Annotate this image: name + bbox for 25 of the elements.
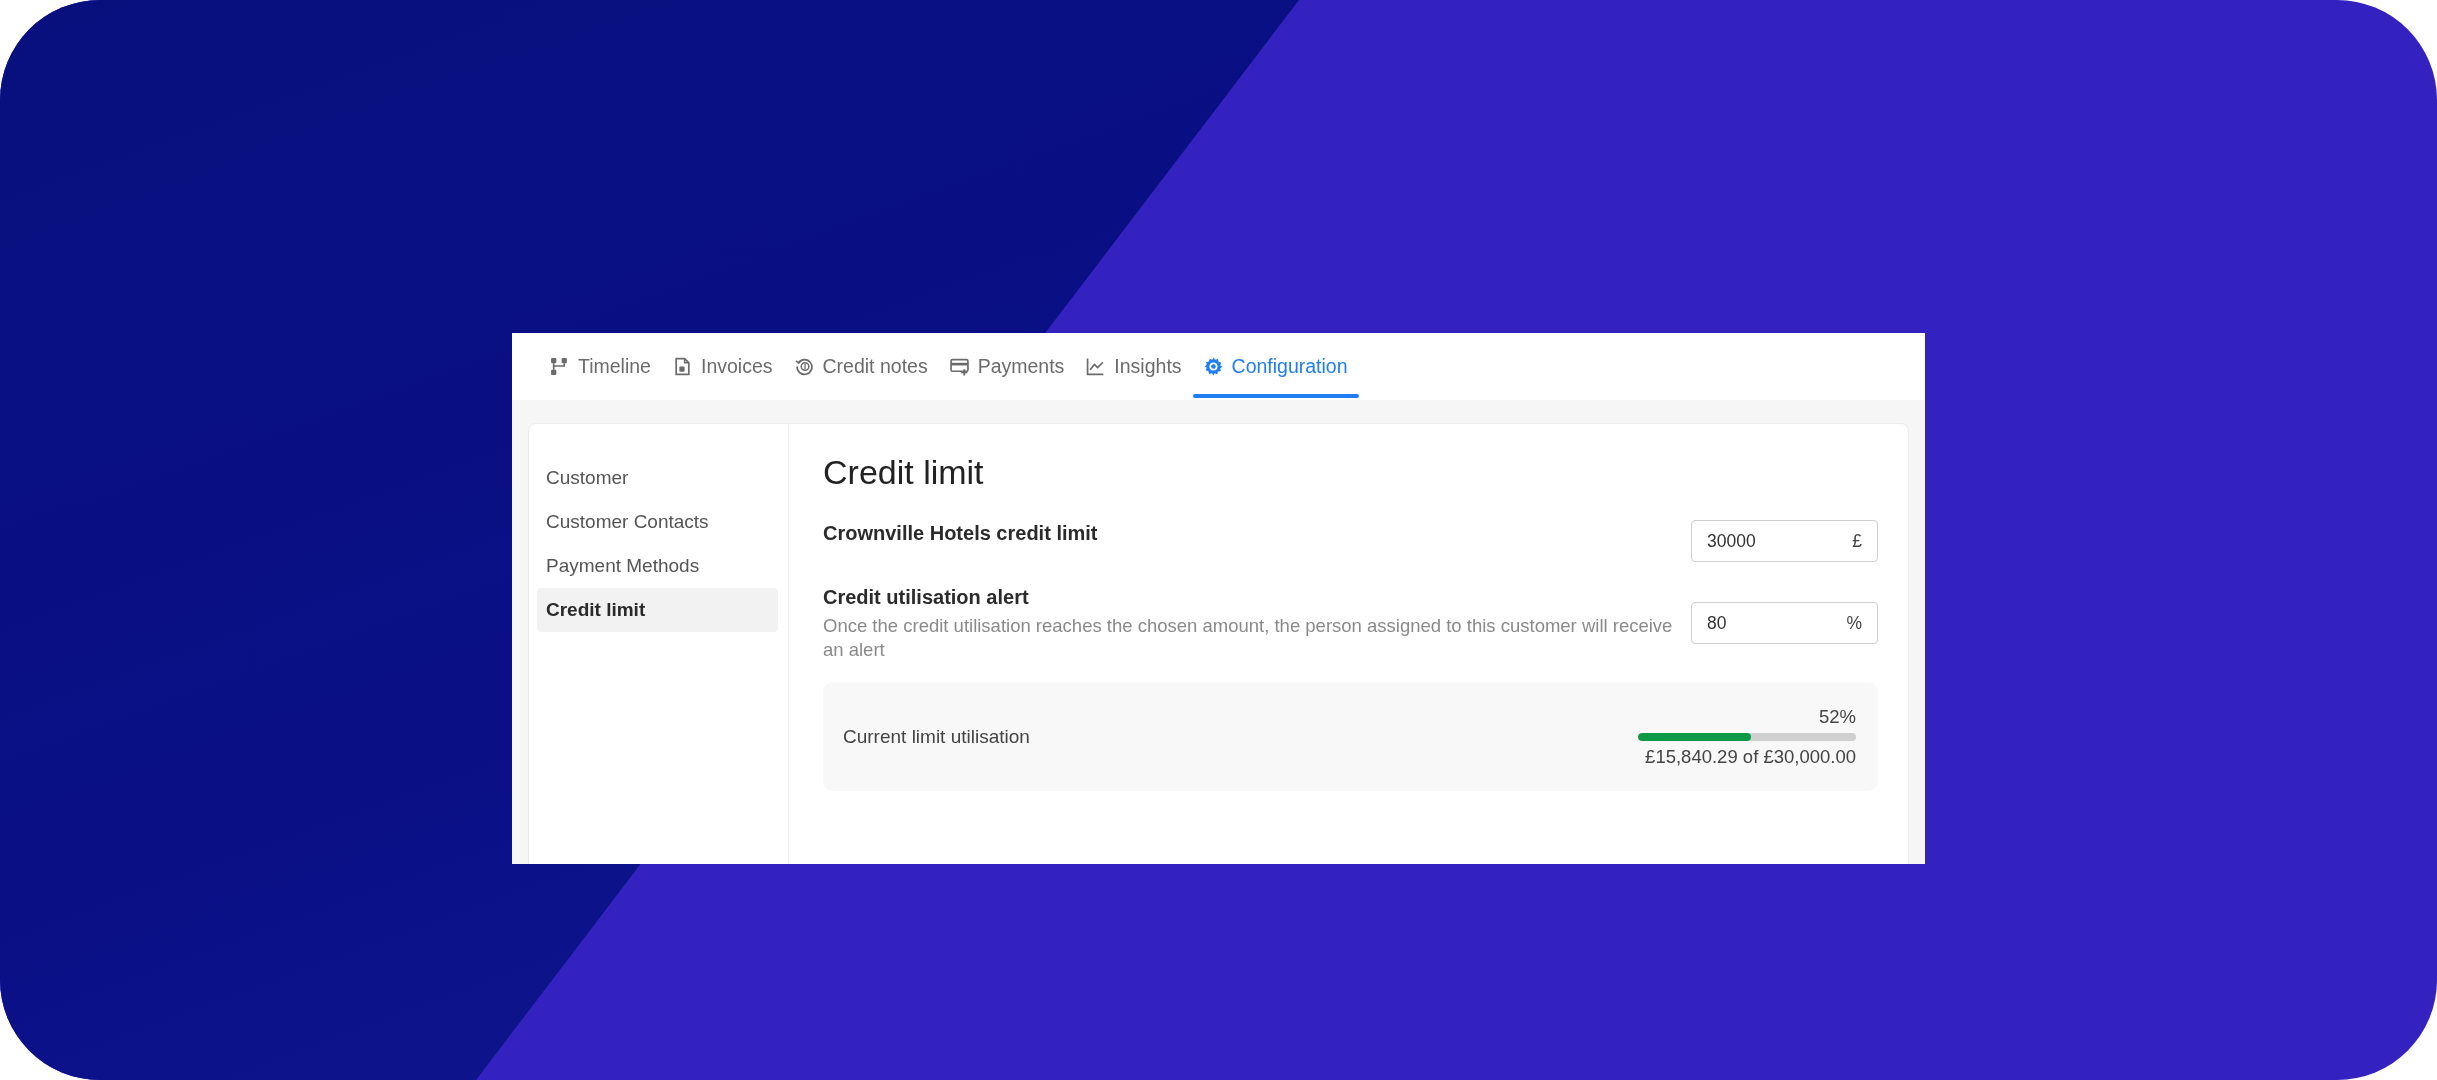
tab[interactable]: Configuration: [1192, 333, 1359, 400]
coin-icon: [794, 357, 814, 376]
setting-label: Credit utilisation alert: [823, 585, 1030, 610]
sidebar-item[interactable]: Credit limit: [537, 588, 778, 632]
document-icon: [672, 357, 692, 376]
setting-label: Crownville Hotels credit limit: [823, 521, 1099, 546]
setting-description: Once the credit utilisation reaches the chosen amount, the person assigned to this customer will receive an alert: [823, 614, 1674, 662]
card-icon: [949, 357, 969, 376]
tab[interactable]: Credit notes: [783, 333, 939, 400]
line-chart-icon: [1086, 357, 1106, 376]
tab[interactable]: Invoices: [661, 333, 784, 400]
input-field[interactable]: 80 %: [1691, 602, 1878, 644]
tab[interactable]: Payments: [938, 333, 1076, 400]
utilisation-percent: 52%: [1817, 705, 1856, 728]
utilisation-label: Current limit utilisation: [843, 725, 1030, 748]
tab[interactable]: Timeline: [539, 333, 662, 400]
input-field[interactable]: 30000 £: [1691, 520, 1878, 562]
branch-icon: [550, 357, 569, 376]
settings-icon: [1203, 357, 1223, 376]
tab[interactable]: Insights: [1075, 333, 1193, 400]
sidebar-item[interactable]: Customer: [537, 456, 778, 500]
section-title: Credit limit: [823, 452, 985, 492]
utilisation-amount: £15,840.29 of £30,000.00: [1644, 745, 1856, 768]
sidebar-item[interactable]: Payment Methods: [537, 544, 778, 588]
sidebar-item[interactable]: Customer Contacts: [537, 500, 778, 544]
